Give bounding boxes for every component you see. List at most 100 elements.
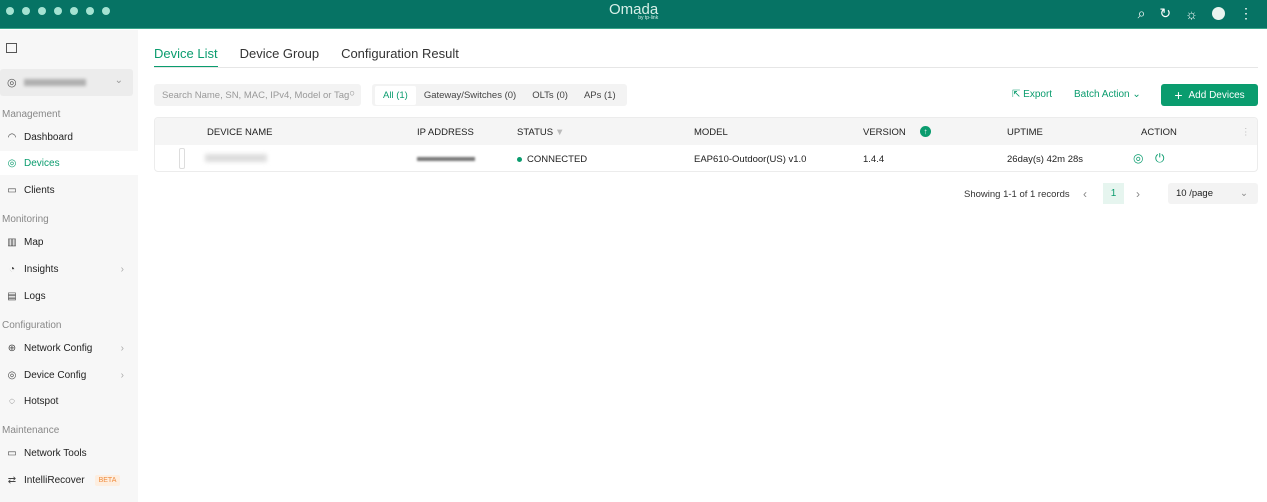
device-config-icon: ◎ (7, 369, 17, 381)
filter-aps[interactable]: APs (1) (576, 86, 624, 105)
label: Insights (24, 263, 59, 275)
filter-icon[interactable]: ▼ (555, 127, 564, 138)
sidebar-item-map[interactable]: ▥ Map (0, 230, 138, 254)
plus-icon: + (1174, 87, 1183, 103)
add-label: Add Devices (1188, 89, 1245, 101)
divider (154, 67, 1258, 68)
label: Network Tools (24, 447, 87, 459)
collapse-sidebar-icon[interactable] (6, 43, 17, 53)
search-input[interactable]: Search Name, SN, MAC, IPv4, Model or Tag… (154, 84, 361, 106)
ap-device-icon (179, 148, 185, 169)
site-selector[interactable]: ◎ ⌄ (0, 69, 133, 96)
search-icon[interactable]: ⌕ (1138, 5, 1146, 22)
clients-icon: ▭ (7, 184, 17, 196)
chevron-right-icon: › (120, 263, 124, 275)
device-table: DEVICE NAME IP ADDRESS STATUS ▼ MODEL VE… (154, 117, 1258, 172)
status-badge: CONNECTED (517, 154, 587, 165)
sidebar-item-devices[interactable]: ◎ Devices (0, 151, 138, 175)
dashboard-icon: ◠ (7, 131, 17, 143)
column-settings-icon[interactable]: ⋮ (1241, 127, 1251, 138)
tab-device-group[interactable]: Device Group (240, 46, 319, 68)
col-version[interactable]: VERSION (863, 127, 906, 138)
theme-icon[interactable]: ☼ (1185, 6, 1198, 22)
col-model[interactable]: MODEL (694, 127, 728, 138)
recover-icon: ⇄ (7, 474, 17, 486)
model: EAP610-Outdoor(US) v1.0 (694, 154, 807, 165)
globe-icon: ⊕ (7, 342, 17, 354)
top-bar: Omada by tp-link ⌕ ↻ ☼ ⋮ (0, 0, 1267, 29)
prev-page-icon[interactable]: ‹ (1083, 187, 1087, 201)
batch-label: Batch Action (1074, 89, 1130, 100)
section-configuration: Configuration (2, 320, 62, 331)
ip-address-redacted (417, 157, 475, 161)
device-type-filter: All (1) Gateway/Switches (0) OLTs (0) AP… (372, 84, 627, 106)
search-icon: ○ (349, 88, 355, 99)
browser-extension-icons (6, 7, 110, 15)
filter-olts[interactable]: OLTs (0) (524, 86, 576, 105)
filter-all[interactable]: All (1) (375, 85, 416, 105)
export-icon: ⇱ (1012, 89, 1024, 100)
sidebar-item-clients[interactable]: ▭ Clients (0, 178, 138, 202)
export-label: Export (1023, 89, 1053, 100)
col-uptime[interactable]: UPTIME (1007, 127, 1043, 138)
sidebar-item-device-config[interactable]: ◎ Device Config › (0, 363, 138, 387)
section-management: Management (2, 109, 61, 120)
chevron-down-icon: ⌄ (1240, 188, 1248, 199)
col-ip-address[interactable]: IP ADDRESS (417, 127, 474, 138)
sidebar-item-network-config[interactable]: ⊕ Network Config › (0, 336, 138, 360)
label: Logs (24, 290, 46, 302)
label: Map (24, 236, 44, 248)
page-size-select[interactable]: 10 /page ⌄ (1168, 183, 1258, 204)
logs-icon: ▤ (7, 290, 17, 302)
pagination-summary: Showing 1-1 of 1 records (964, 189, 1070, 200)
sidebar-item-insights[interactable]: ◔ Insights › (0, 257, 138, 281)
sidebar-item-intellirecover[interactable]: ⇄ IntelliRecover BETA (0, 468, 138, 492)
status-dot (517, 156, 522, 162)
page-1-button[interactable]: 1 (1103, 183, 1124, 204)
refresh-icon[interactable]: ↻ (1159, 5, 1171, 22)
sidebar: ◎ ⌄ Management ◠ Dashboard ◎ Devices ▭ Clien… (0, 30, 138, 502)
tab-configuration-result[interactable]: Configuration Result (341, 46, 459, 68)
hotspot-icon: ◌ (9, 395, 15, 407)
uptime: 26day(s) 42m 28s (1007, 154, 1084, 165)
insights-icon: ◔ (8, 263, 16, 275)
sidebar-item-hotspot[interactable]: ◌ Hotspot (0, 389, 138, 413)
batch-action-button[interactable]: Batch Action ⌄ (1074, 89, 1141, 100)
more-icon[interactable]: ⋮ (1239, 5, 1253, 22)
chevron-right-icon: › (120, 369, 124, 381)
export-button[interactable]: ⇱ Export (1012, 89, 1052, 100)
chevron-down-icon: ⌄ (1132, 89, 1141, 100)
label: Devices (24, 157, 60, 169)
toolbox-icon: ▭ (7, 447, 17, 459)
section-maintenance: Maintenance (2, 425, 60, 436)
next-page-icon[interactable]: › (1136, 187, 1140, 201)
label: Dashboard (24, 131, 73, 143)
add-devices-button[interactable]: + Add Devices (1161, 84, 1258, 106)
beta-badge: BETA (94, 474, 121, 486)
sidebar-item-logs[interactable]: ▤ Logs (0, 284, 138, 308)
locate-icon[interactable]: ◎ (1133, 151, 1143, 165)
label: Hotspot (24, 395, 59, 407)
devices-icon: ◎ (7, 157, 17, 169)
tab-bar: Device List Device Group Configuration R… (154, 46, 459, 68)
power-icon[interactable]: ⏻ (1155, 151, 1165, 166)
label: Network Config (24, 342, 93, 354)
site-name (24, 79, 86, 86)
col-device-name[interactable]: DEVICE NAME (207, 127, 272, 138)
device-name-redacted[interactable] (205, 154, 267, 162)
search-placeholder: Search Name, SN, MAC, IPv4, Model or Tag (162, 90, 350, 101)
filter-gateway-switches[interactable]: Gateway/Switches (0) (416, 86, 524, 105)
omada-logo: Omada by tp-link (609, 1, 658, 21)
tab-device-list[interactable]: Device List (154, 46, 218, 68)
map-icon: ▥ (7, 236, 17, 248)
chevron-down-icon: ⌄ (114, 75, 123, 86)
location-icon: ◎ (7, 77, 17, 89)
sidebar-item-dashboard[interactable]: ◠ Dashboard (0, 125, 138, 149)
col-status[interactable]: STATUS (517, 127, 553, 138)
sidebar-item-network-tools[interactable]: ▭ Network Tools (0, 441, 138, 465)
col-action: ACTION (1141, 127, 1177, 138)
upgrade-icon[interactable]: ↑ (920, 126, 931, 137)
avatar[interactable] (1212, 7, 1225, 20)
status-text: CONNECTED (527, 154, 588, 165)
table-row[interactable]: CONNECTED EAP610-Outdoor(US) v1.0 1.4.4 … (155, 145, 1257, 171)
